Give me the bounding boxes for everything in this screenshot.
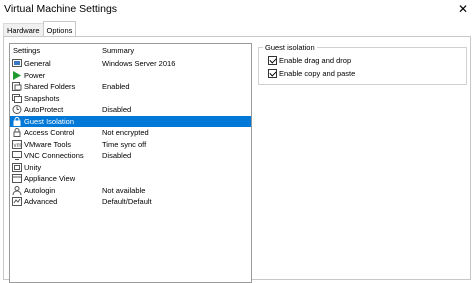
settings-row-unity[interactable]: Unity [10,162,251,173]
row-label: Unity [24,162,42,172]
row-label: Power [24,70,46,80]
row-summary: Disabled [102,151,132,160]
settings-row-advanced[interactable]: Advanced Default/Default [10,196,251,207]
settings-row-vmware-tools[interactable]: vm VMware Tools Time sync off [10,139,251,150]
copy-and-paste-checkbox[interactable] [268,69,277,78]
settings-row-appliance-view[interactable]: Appliance View [10,173,251,184]
row-label: Appliance View [24,174,76,183]
row-summary: Time sync off [102,139,147,149]
autoprotect-icon [12,105,22,114]
list-header: Settings Summary [10,44,251,56]
settings-row-access-control[interactable]: Access Control Not encrypted [10,127,251,138]
tab-options[interactable]: Options [42,21,77,36]
row-label: Advanced [24,197,58,206]
row-label: Autologin [24,185,56,195]
appliance-view-icon [12,174,22,183]
row-summary: Windows Server 2016 [102,59,176,68]
settings-row-shared-folders[interactable]: Shared Folders Enabled [10,81,251,92]
row-summary: Not available [102,185,146,195]
settings-row-autologin[interactable]: Autologin Not available [10,185,251,196]
autologin-icon [12,185,22,195]
close-button[interactable]: ✕ [458,2,468,16]
settings-row-snapshots[interactable]: Snapshots [10,93,251,104]
guest-isolation-group: Guest isolation Enable drag and drop Ena… [258,43,467,85]
power-icon [12,70,22,80]
row-label: Snapshots [24,93,60,103]
group-title: Guest isolation [263,43,317,52]
row-label: General [24,59,51,68]
window-title: Virtual Machine Settings [4,3,118,15]
settings-row-autoprotect[interactable]: AutoProtect Disabled [10,104,251,115]
vnc-icon [12,151,22,160]
settings-row-guest-isolation[interactable]: Guest Isolation [10,115,251,127]
copy-and-paste-label: Enable copy and paste [279,69,356,78]
column-header-summary[interactable]: Summary [102,46,134,55]
snapshots-icon [12,93,22,103]
settings-row-vnc-connections[interactable]: VNC Connections Disabled [10,150,251,161]
row-label: VMware Tools [24,139,71,149]
row-label: Guest Isolation [24,116,75,126]
row-label: VNC Connections [24,151,84,160]
column-header-settings[interactable]: Settings [13,46,40,55]
settings-row-general[interactable]: General Windows Server 2016 [10,58,251,69]
shared-folders-icon [12,82,22,91]
tab-bar: Hardware Options [3,21,77,37]
row-label: Shared Folders [24,82,76,91]
lock-icon [12,116,22,126]
row-summary: Enabled [102,82,130,91]
row-label: Access Control [24,128,75,137]
svg-text:vm: vm [14,143,22,149]
general-icon [12,59,22,68]
row-summary: Not encrypted [102,128,149,137]
settings-row-power[interactable]: Power [10,70,251,81]
row-summary: Disabled [102,105,132,114]
row-summary: Default/Default [102,197,152,206]
drag-and-drop-checkbox[interactable] [268,56,277,65]
advanced-icon [12,197,22,206]
vmware-tools-icon: vm [12,139,22,149]
row-label: AutoProtect [24,105,64,114]
settings-list: Settings Summary General Windows Server … [9,43,252,283]
drag-and-drop-label: Enable drag and drop [279,56,352,65]
tab-hardware[interactable]: Hardware [3,23,44,36]
access-control-icon [12,128,22,137]
unity-icon [12,162,22,172]
